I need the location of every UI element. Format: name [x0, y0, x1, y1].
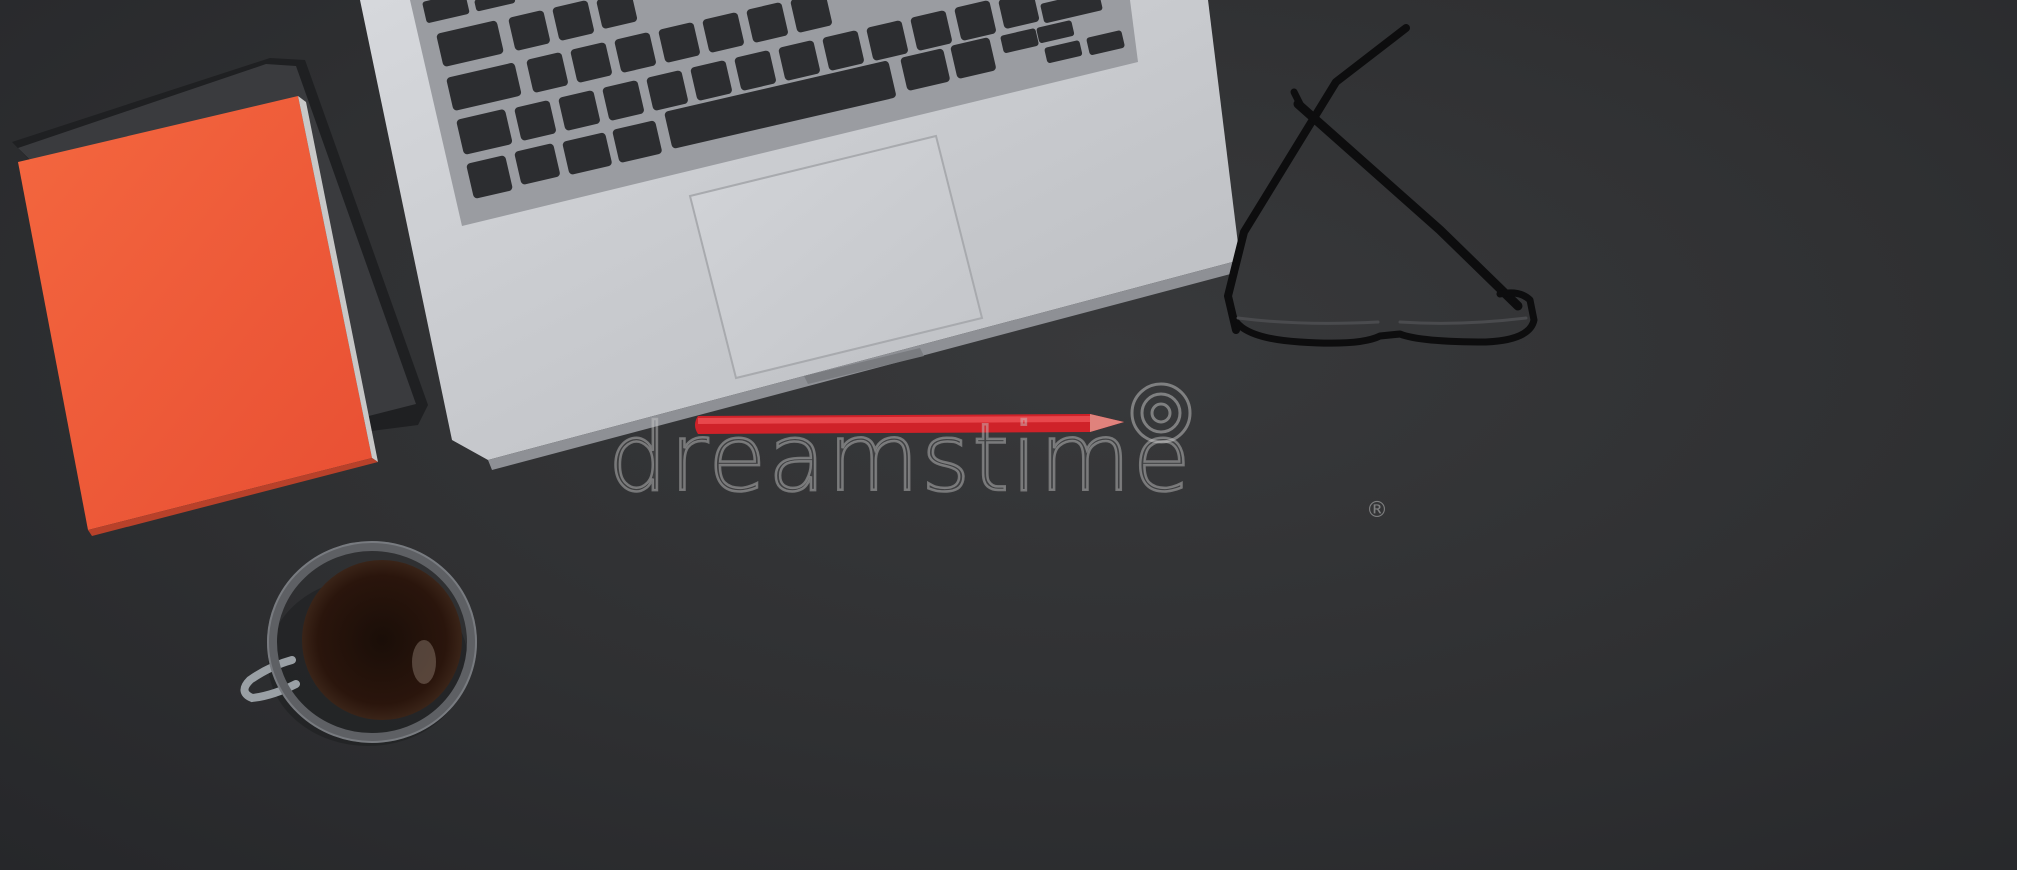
desk-scene: dreamstime ® [0, 0, 2017, 870]
watermark-text: dreamstime [607, 404, 1193, 513]
glasses-icon [1224, 24, 1538, 347]
notebook-icon [12, 58, 428, 536]
watermark-registered-mark: ® [1366, 498, 1388, 523]
coffee-cup-icon [240, 541, 477, 746]
laptop-icon [360, 0, 1240, 470]
